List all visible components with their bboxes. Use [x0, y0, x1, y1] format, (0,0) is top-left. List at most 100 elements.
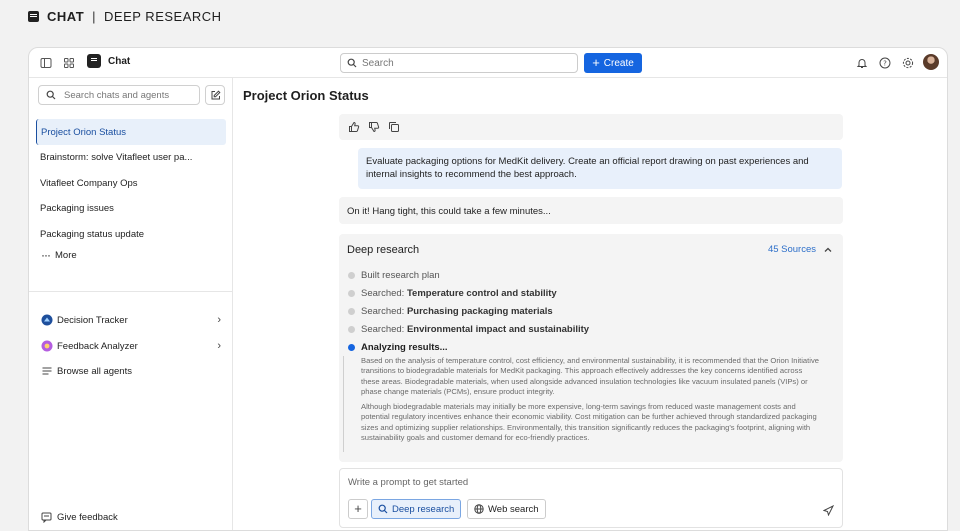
send-icon[interactable]	[823, 505, 834, 516]
research-step: Built research plan	[347, 266, 827, 284]
step-topic: Environmental impact and sustainability	[406, 323, 590, 335]
chat-item-label: Packaging issues	[40, 202, 114, 214]
agent-feedback-analyzer[interactable]: Feedback Analyzer ›	[41, 337, 221, 355]
edit-icon	[211, 89, 221, 99]
create-button[interactable]: + Create	[584, 53, 642, 73]
apps-grid-icon[interactable]	[61, 55, 77, 71]
avatar[interactable]	[923, 54, 939, 70]
analysis-paragraph: Although biodegradable materials may ini…	[361, 402, 817, 442]
step-dot	[348, 289, 355, 297]
app-name: Chat	[108, 55, 131, 67]
feedback-analyzer-icon	[41, 340, 53, 352]
help-icon[interactable]: ?	[877, 55, 893, 71]
web-search-toggle[interactable]: Web search	[467, 499, 546, 519]
browse-label: Browse all agents	[57, 365, 132, 377]
step-prefix: Searched:	[361, 323, 407, 335]
page-title: Project Orion Status	[243, 88, 369, 103]
sidebar: Search chats and agents Project Orion St…	[29, 78, 233, 530]
agent-label: Decision Tracker	[57, 314, 128, 326]
more-button[interactable]: ··· More	[41, 248, 77, 262]
web-search-label: Web search	[488, 503, 539, 515]
research-steps: Built research plan Searched: Temperatur…	[347, 266, 827, 356]
decision-tracker-icon	[41, 314, 53, 326]
app-title[interactable]: Chat	[87, 54, 130, 68]
analysis-paragraph: Based on the analysis of temperature con…	[361, 356, 819, 396]
deep-research-panel: Deep research 45 Sources Built research …	[339, 234, 843, 462]
step-prefix: Searched:	[361, 305, 407, 317]
sidebar-divider	[29, 291, 232, 292]
message-reactions	[339, 114, 843, 140]
ellipsis-icon: ···	[41, 248, 51, 262]
top-bar: Chat Search + Create ?	[29, 48, 947, 78]
feedback-label: Give feedback	[57, 512, 118, 523]
timeline-line	[343, 356, 344, 452]
step-topic: Purchasing packaging materials	[406, 305, 553, 317]
step-dot	[348, 271, 355, 279]
sidebar-toggle-icon[interactable]	[38, 55, 54, 71]
thumbs-down-icon[interactable]	[368, 121, 380, 133]
gear-icon[interactable]	[900, 55, 916, 71]
app-window: Chat Search + Create ? Search chats and …	[28, 47, 948, 531]
more-label: More	[55, 249, 77, 261]
research-step: Searched: Purchasing packaging materials	[347, 302, 827, 320]
chat-item-packaging-issues[interactable]: Packaging issues	[36, 195, 226, 221]
deep-research-title: Deep research	[347, 244, 420, 256]
section-label: DEEP RESEARCH	[104, 9, 222, 24]
chat-icon	[28, 11, 39, 22]
prompt-input[interactable]: Write a prompt to get started	[348, 477, 468, 488]
copy-icon[interactable]	[388, 121, 400, 133]
sources-toggle[interactable]: 45 Sources	[768, 244, 833, 255]
agent-decision-tracker[interactable]: Decision Tracker ›	[41, 311, 221, 329]
plus-icon: +	[354, 501, 362, 516]
search-placeholder: Search	[362, 57, 394, 69]
chat-item-packaging-status-update[interactable]: Packaging status update	[36, 221, 226, 247]
deep-research-toggle[interactable]: Deep research	[371, 499, 462, 519]
step-dot	[348, 325, 355, 333]
chat-item-vitafleet-company-ops[interactable]: Vitafleet Company Ops	[36, 170, 226, 196]
step-prefix: Searched:	[361, 287, 407, 299]
chevron-right-icon: ›	[217, 340, 221, 352]
give-feedback-link[interactable]: Give feedback	[41, 512, 118, 523]
step-label: Built research plan	[361, 269, 440, 281]
sources-label: 45 Sources	[767, 244, 816, 255]
thumbs-up-icon[interactable]	[348, 121, 360, 133]
search-icon	[378, 504, 388, 514]
step-topic: Temperature control and stability	[406, 287, 557, 299]
add-button[interactable]: +	[348, 499, 368, 519]
app-label: CHAT	[47, 9, 85, 24]
sidebar-search-placeholder: Search chats and agents	[64, 89, 170, 101]
browse-all-agents-link[interactable]: Browse all agents	[41, 362, 221, 380]
chat-item-label: Project Orion Status	[41, 126, 127, 138]
step-dot-active	[348, 343, 355, 351]
research-step: Searched: Temperature control and stabil…	[347, 284, 827, 302]
globe-icon	[474, 504, 484, 514]
new-chat-button[interactable]	[205, 85, 225, 105]
chat-app-icon	[87, 54, 101, 68]
chat-item-label: Brainstorm: solve Vitafleet user pa...	[40, 151, 193, 163]
user-message: Evaluate packaging options for MedKit de…	[358, 148, 842, 189]
global-search-input[interactable]: Search	[340, 53, 578, 73]
chevron-up-icon	[824, 247, 832, 252]
chat-main: Project Orion Status Evaluate packaging …	[233, 78, 947, 530]
bell-icon[interactable]	[854, 55, 870, 71]
deep-research-label: Deep research	[392, 503, 455, 515]
agent-label: Feedback Analyzer	[57, 340, 138, 352]
svg-text:?: ?	[883, 60, 887, 68]
list-icon	[42, 367, 52, 375]
research-step-current: Analyzing results...	[347, 338, 827, 356]
chat-item-label: Packaging status update	[40, 228, 145, 240]
sidebar-search-input[interactable]: Search chats and agents	[38, 85, 200, 105]
chevron-right-icon: ›	[217, 314, 221, 326]
chat-item-label: Vitafleet Company Ops	[40, 177, 138, 189]
chat-item-brainstorm[interactable]: Brainstorm: solve Vitafleet user pa...	[36, 144, 226, 170]
assistant-message: On it! Hang tight, this could take a few…	[339, 197, 843, 224]
step-dot	[348, 307, 355, 315]
prompt-box[interactable]: Write a prompt to get started + Deep res…	[339, 468, 843, 528]
plus-icon: +	[592, 55, 600, 70]
chat-item-project-orion-status[interactable]: Project Orion Status	[36, 119, 226, 145]
search-icon	[46, 90, 56, 100]
research-step: Searched: Environmental impact and susta…	[347, 320, 827, 338]
feedback-icon	[41, 512, 52, 523]
step-label: Analyzing results...	[361, 341, 448, 353]
page-heading: CHAT | DEEP RESEARCH	[28, 9, 222, 24]
